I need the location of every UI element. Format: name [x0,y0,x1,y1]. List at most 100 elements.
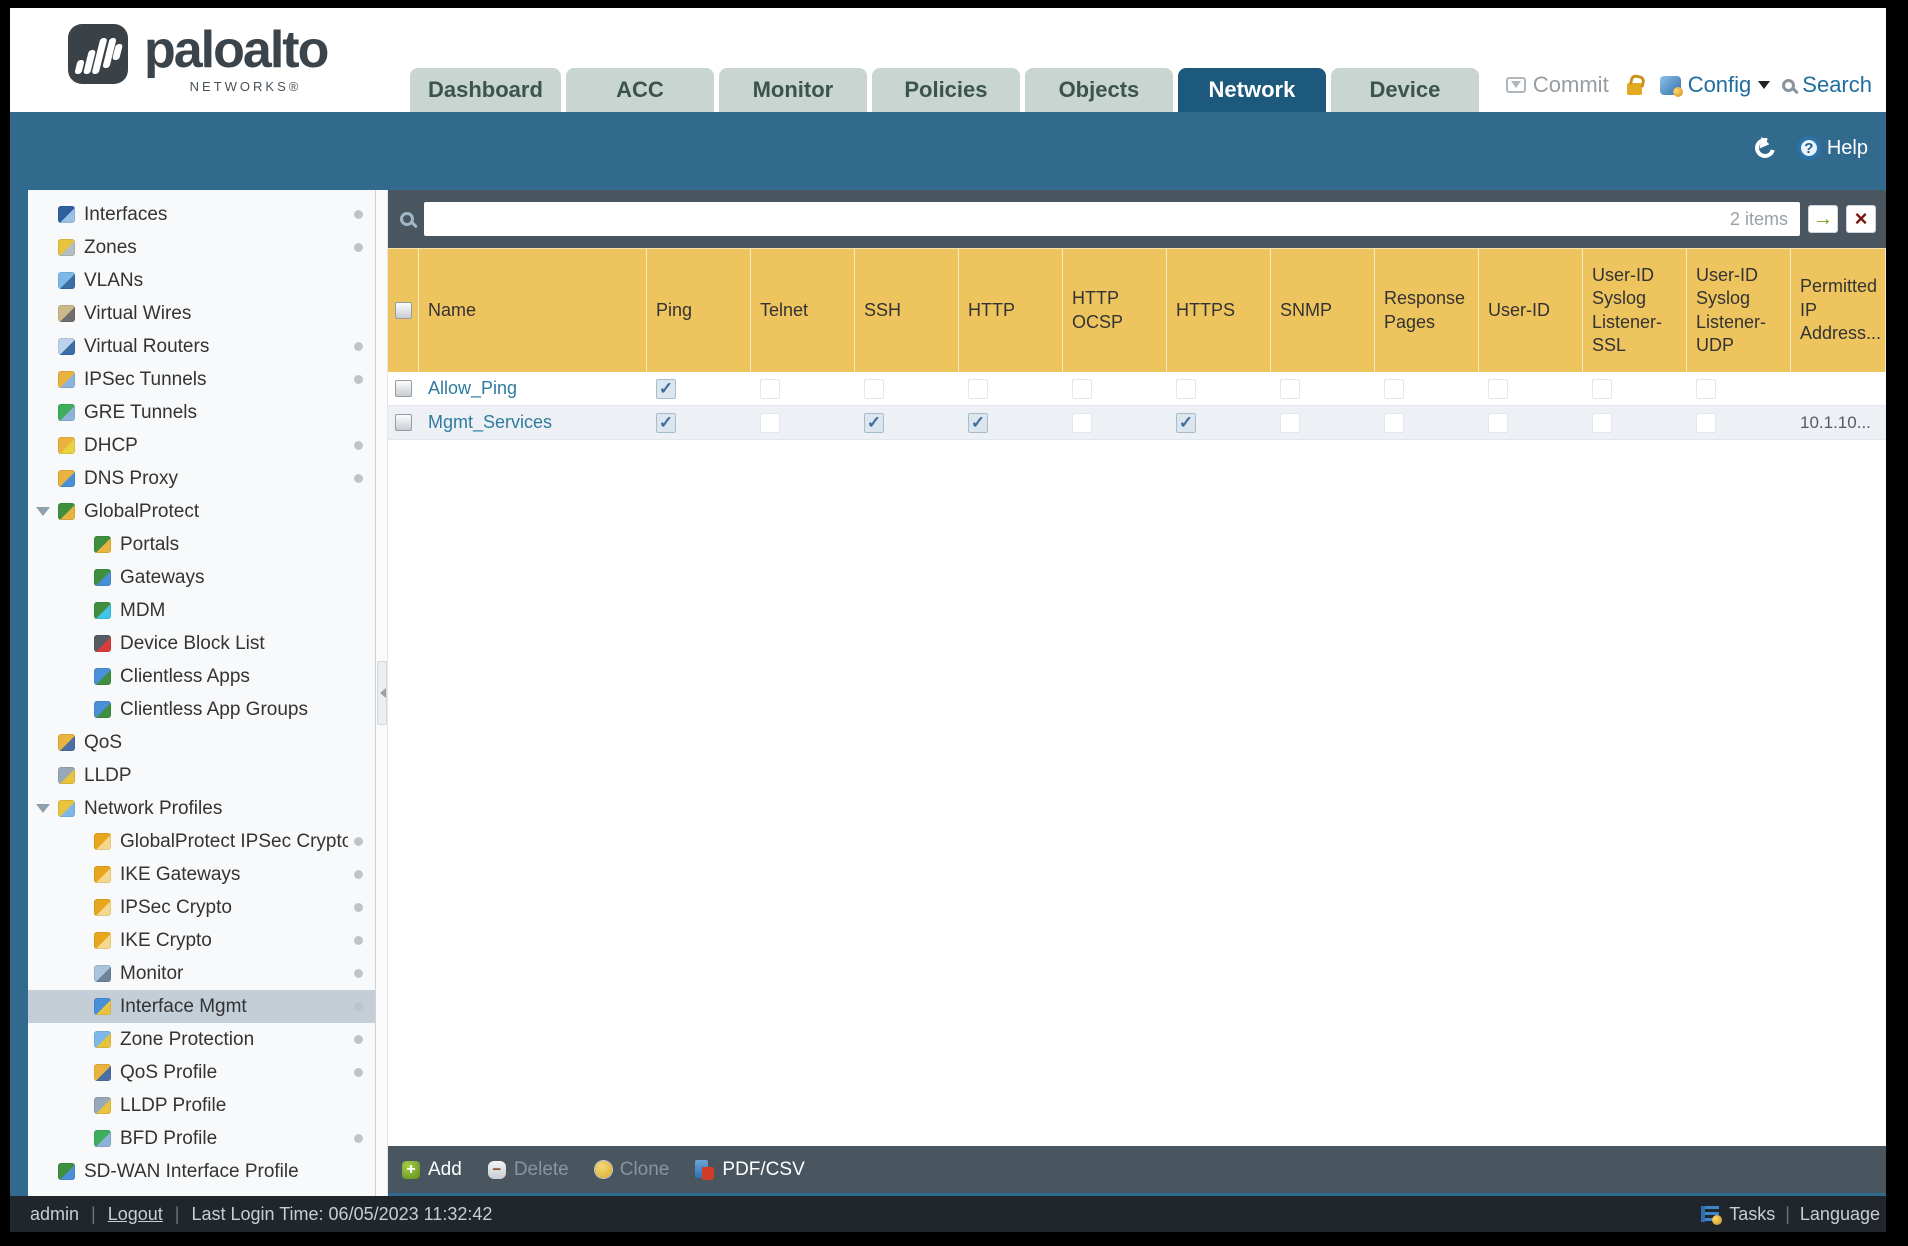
column-header-user-id[interactable]: User-ID [1479,249,1583,372]
row-checkbox[interactable] [395,414,412,431]
config-label: Config [1687,72,1752,97]
expander-triangle-icon[interactable] [36,507,50,523]
sidebar-item-virtual-wires[interactable]: Virtual Wires [28,297,375,330]
apply-filter-button[interactable]: → [1808,205,1838,233]
tab-objects[interactable]: Objects [1024,68,1173,112]
column-header-telnet[interactable]: Telnet [751,249,855,372]
sidebar-item-interface-mgmt[interactable]: Interface Mgmt [28,990,375,1023]
app-window: paloalto NETWORKS® Dashboard ACC Monitor Po… [10,8,1886,1232]
sidebar-item-ike-crypto[interactable]: IKE Crypto [28,924,375,957]
service-check-cell [959,372,1063,405]
sidebar-collapse-handle[interactable] [377,661,387,725]
sidebar-item-device-block-list[interactable]: Device Block List [28,627,375,660]
sidebar-item-gateways[interactable]: Gateways [28,561,375,594]
sidebar-item-dhcp[interactable]: DHCP [28,429,375,462]
sidebar-item-qos-profile[interactable]: QoS Profile [28,1056,375,1089]
sidebar-item-ipsec-crypto[interactable]: IPSec Crypto [28,891,375,924]
filter-input[interactable] [436,208,1730,230]
row-name-cell: Mgmt_Services [419,406,647,439]
sidebar-item-label: GRE Tunnels [84,401,197,423]
sidebar-item-label: Device Block List [120,632,265,654]
sidebar-item-label: QoS [84,731,123,753]
row-name-link[interactable]: Allow_Ping [428,378,517,399]
table-header: Name Ping Telnet SSH HTTP HTTP OCSP HTTPS SNMP R… [388,248,1886,372]
column-header-https[interactable]: HTTPS [1167,249,1271,372]
sidebar-item-monitor[interactable]: Monitor [28,957,375,990]
row-checkbox[interactable] [395,380,412,397]
sidebar-item-lldp[interactable]: LLDP [28,759,375,792]
sidebar-item-globalprotect[interactable]: GlobalProtect [28,495,375,528]
sidebar-item-clientless-app-groups[interactable]: Clientless App Groups [28,693,375,726]
column-header-user-id-syslog-listener-ssl[interactable]: User-ID Syslog Listener-SSL [1583,249,1687,372]
commit-label: Commit [1532,72,1609,97]
check-off-icon [1280,378,1300,399]
clear-filter-button[interactable]: × [1846,205,1876,233]
service-check-cell: ✓ [959,406,1063,439]
sidebar-item-network-profiles[interactable]: Network Profiles [28,792,375,825]
tasks-button[interactable]: Tasks [1729,1204,1775,1225]
help-icon: ? [1796,136,1821,160]
sidebar-item-ipsec-tunnels[interactable]: IPSec Tunnels [28,363,375,396]
pdf-csv-button[interactable]: PDF/CSV [695,1159,805,1181]
column-header-name[interactable]: Name [419,249,647,372]
sidebar-item-virtual-routers[interactable]: Virtual Routers [28,330,375,363]
tab-monitor[interactable]: Monitor [718,68,867,112]
service-check-cell [1375,406,1479,439]
sidebar-item-vlans[interactable]: VLANs [28,264,375,297]
config-icon [1659,75,1683,97]
select-all-checkbox[interactable] [394,302,412,319]
service-check-cell: ✓ [647,406,751,439]
language-button[interactable]: Language [1800,1204,1880,1225]
ike-gateways-icon [94,866,111,883]
help-button[interactable]: ? Help [1796,136,1868,160]
delete-button[interactable]: − Delete [487,1159,569,1181]
clone-button[interactable]: Clone [594,1159,669,1181]
sidebar-item-qos[interactable]: QoS [28,726,375,759]
row-name-link[interactable]: Mgmt_Services [428,412,552,433]
sidebar-item-lldp-profile[interactable]: LLDP Profile [28,1089,375,1122]
tab-policies[interactable]: Policies [871,68,1020,112]
tab-device[interactable]: Device [1330,68,1479,112]
sidebar-item-ike-gateways[interactable]: IKE Gateways [28,858,375,891]
logout-link[interactable]: Logout [108,1204,163,1225]
expander-triangle-icon[interactable] [36,804,50,820]
tab-dashboard[interactable]: Dashboard [410,68,561,112]
sidebar-nav: Interfaces Zones VLANs Virtual Wires Virtual… [28,190,376,1196]
sidebar-item-bfd-profile[interactable]: BFD Profile [28,1122,375,1155]
column-header-ping[interactable]: Ping [647,249,751,372]
tab-network[interactable]: Network [1177,68,1326,112]
sidebar-item-interfaces[interactable]: Interfaces [28,198,375,231]
column-header-http[interactable]: HTTP [959,249,1063,372]
sidebar-item-sd-wan-interface-profile[interactable]: SD-WAN Interface Profile [28,1155,375,1188]
add-button[interactable]: + Add [402,1159,462,1181]
sidebar-item-dns-proxy[interactable]: DNS Proxy [28,462,375,495]
service-check-cell [1583,372,1687,405]
logged-in-user: admin [30,1203,80,1224]
separator: | [91,1203,96,1224]
sidebar-item-mdm[interactable]: MDM [28,594,375,627]
tasks-icon [1701,1206,1723,1225]
column-header-response-pages[interactable]: Response Pages [1375,249,1479,372]
column-header-snmp[interactable]: SNMP [1271,249,1375,372]
column-header-http-ocsp[interactable]: HTTP OCSP [1063,249,1167,372]
sidebar-item-globalprotect-ipsec-crypto[interactable]: GlobalProtect IPSec Crypto [28,825,375,858]
main-panel: 2 items → × Name Ping Telnet SSH HTTP HTTP OC… [388,190,1886,1196]
clientless-apps-icon [94,668,111,685]
sidebar-item-gre-tunnels[interactable]: GRE Tunnels [28,396,375,429]
column-header-permitted-ip-address-[interactable]: Permitted IP Address... [1791,249,1886,372]
table-toolbar: + Add − Delete Clone PDF/CSV [388,1146,1886,1196]
sidebar-item-portals[interactable]: Portals [28,528,375,561]
column-header-user-id-syslog-listener-udp[interactable]: User-ID Syslog Listener-UDP [1687,249,1791,372]
sidebar-item-clientless-apps[interactable]: Clientless Apps [28,660,375,693]
check-off-icon [1280,412,1300,433]
sidebar-item-zones[interactable]: Zones [28,231,375,264]
refresh-icon[interactable] [1751,134,1779,162]
item-dot-indicator [354,1068,363,1077]
sidebar-item-zone-protection[interactable]: Zone Protection [28,1023,375,1056]
tab-acc[interactable]: ACC [565,68,714,112]
lock-icon[interactable] [1626,83,1642,95]
column-header-ssh[interactable]: SSH [855,249,959,372]
commit-button[interactable]: Commit [1505,72,1609,98]
config-button[interactable]: Config [1654,72,1771,98]
search-button[interactable]: Search [1782,72,1872,98]
